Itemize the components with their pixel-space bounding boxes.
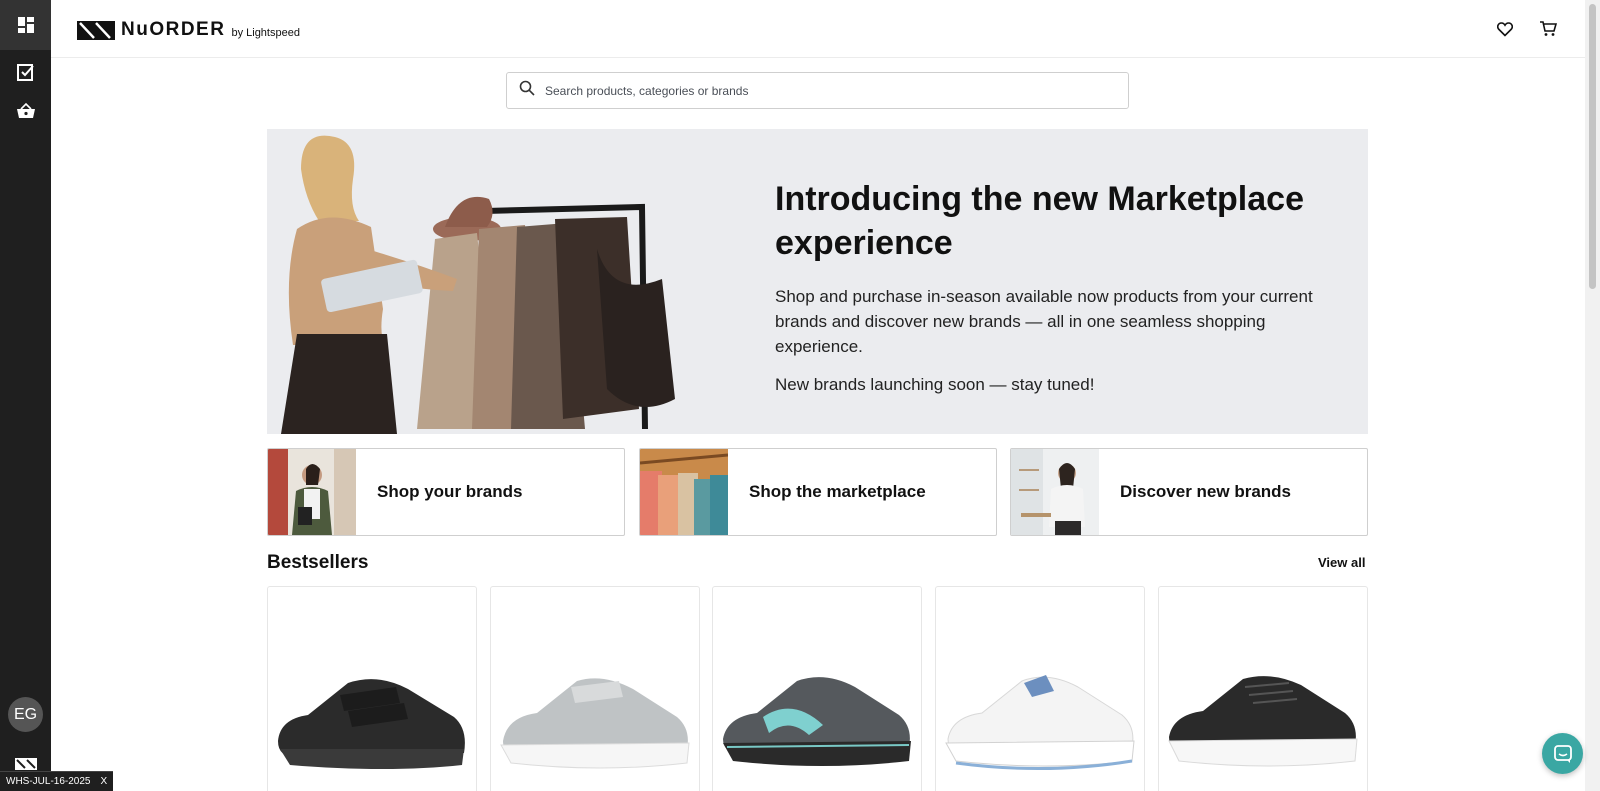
product-card[interactable] bbox=[1158, 586, 1368, 791]
product-image bbox=[945, 675, 1135, 771]
checklist-icon[interactable] bbox=[0, 57, 51, 87]
nuorder-logo-icon bbox=[77, 20, 115, 40]
shop-your-brands-image bbox=[268, 449, 356, 535]
user-avatar[interactable]: EG bbox=[8, 697, 43, 732]
search-bar[interactable] bbox=[506, 72, 1129, 109]
view-all-link[interactable]: View all bbox=[1318, 555, 1365, 570]
hero-woman-with-clothing-rack-image bbox=[281, 135, 675, 434]
environment-label: WHS-JUL-16-2025 bbox=[6, 776, 91, 787]
discover-new-brands-image bbox=[1011, 449, 1099, 535]
left-nav-rail: EG bbox=[0, 0, 51, 791]
cart-icon[interactable] bbox=[1537, 18, 1559, 40]
heart-icon[interactable] bbox=[1494, 18, 1516, 40]
search-input[interactable] bbox=[545, 83, 1105, 98]
dashboard-icon[interactable] bbox=[0, 0, 51, 50]
environment-badge: WHS-JUL-16-2025 X bbox=[0, 771, 114, 791]
shop-the-marketplace-label: Shop the marketplace bbox=[749, 482, 926, 501]
shop-the-marketplace-card[interactable]: Shop the marketplace bbox=[639, 448, 997, 536]
basket-icon[interactable] bbox=[0, 96, 51, 126]
hero-body: Shop and purchase in-season available no… bbox=[775, 287, 1313, 356]
product-card[interactable] bbox=[712, 586, 922, 791]
product-image bbox=[1168, 676, 1358, 767]
top-header: NuORDER by Lightspeed bbox=[51, 0, 1585, 58]
product-card[interactable] bbox=[935, 586, 1145, 791]
shop-your-brands-card[interactable]: Shop your brands bbox=[267, 448, 625, 536]
brand-suffix: by Lightspeed bbox=[231, 26, 300, 39]
environment-badge-close[interactable]: X bbox=[100, 776, 107, 787]
brand-name: NuORDER bbox=[121, 19, 226, 40]
discover-new-brands-card[interactable]: Discover new brands bbox=[1010, 448, 1368, 536]
shop-your-brands-label: Shop your brands bbox=[377, 482, 523, 501]
search-icon bbox=[519, 80, 535, 101]
product-image bbox=[723, 677, 911, 766]
chat-support-button[interactable] bbox=[1542, 733, 1583, 774]
product-image bbox=[500, 678, 690, 769]
hero-banner: Introducing the new Marketplace experien… bbox=[267, 129, 1368, 434]
product-image bbox=[278, 679, 465, 769]
page-scrollbar[interactable] bbox=[1585, 0, 1600, 791]
brand-logo[interactable]: NuORDER by Lightspeed bbox=[77, 19, 300, 41]
scrollbar-thumb[interactable] bbox=[1589, 4, 1596, 289]
bestsellers-title: Bestsellers bbox=[267, 552, 369, 573]
hero-title: Introducing the new Marketplace experien… bbox=[775, 180, 1304, 262]
discover-new-brands-label: Discover new brands bbox=[1120, 482, 1292, 501]
product-card[interactable] bbox=[267, 586, 477, 791]
shop-the-marketplace-image bbox=[640, 449, 728, 535]
hero-note: New brands launching soon — stay tuned! bbox=[775, 375, 1095, 394]
chat-icon bbox=[1553, 744, 1572, 763]
product-card[interactable] bbox=[490, 586, 700, 791]
